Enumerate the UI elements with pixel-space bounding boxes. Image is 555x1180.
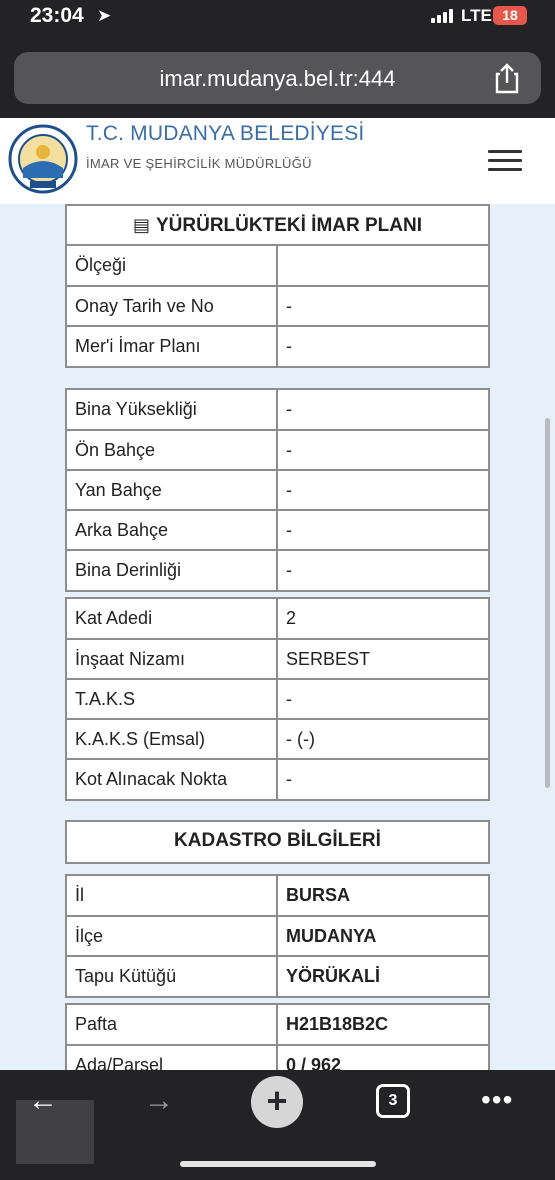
tabs-count-button[interactable]: 3 bbox=[376, 1084, 410, 1118]
web-page: T.C. MUDANYA BELEDİYESİ İMAR VE ŞEHİRCİL… bbox=[0, 118, 555, 1070]
table-row: Onay Tarih ve No - bbox=[67, 285, 488, 327]
row-label: Ada/Parsel bbox=[67, 1044, 278, 1070]
row-label: İnşaat Nizamı bbox=[67, 638, 278, 680]
row-label: İl bbox=[67, 876, 278, 917]
table-row: Tapu Kütüğü YÖRÜKALİ bbox=[67, 955, 488, 996]
row-value bbox=[276, 246, 488, 287]
org-name: T.C. MUDANYA BELEDİYESİ bbox=[86, 122, 365, 145]
table-row: K.A.K.S (Emsal) - (-) bbox=[67, 718, 488, 760]
status-bar: 23:04 ➤ LTE 18 bbox=[0, 0, 555, 36]
org-subtitle: İMAR VE ŞEHİRCİLİK MÜDÜRLÜĞÜ bbox=[86, 156, 312, 171]
imar-plan-title: ▤ YÜRÜRLÜKTEKİ İMAR PLANI bbox=[67, 206, 488, 246]
kat-panel: Kat Adedi 2 İnşaat Nizamı SERBEST T.A.K.S -… bbox=[65, 597, 490, 801]
row-value: - bbox=[276, 390, 488, 431]
list-icon: ▤ bbox=[132, 215, 150, 235]
table-row: Bina Derinliği - bbox=[67, 549, 488, 590]
more-options-icon[interactable]: ••• bbox=[481, 1084, 513, 1116]
table-row: Kot Alınacak Nokta - bbox=[67, 758, 488, 799]
back-arrow-icon[interactable]: ← bbox=[28, 1084, 58, 1118]
row-label: Tapu Kütüğü bbox=[67, 955, 278, 996]
imar-plan-table: Ölçeği Onay Tarih ve No - Mer'i İmar Plan… bbox=[67, 246, 488, 366]
row-label: Arka Bahçe bbox=[67, 509, 278, 551]
row-label: Onay Tarih ve No bbox=[67, 285, 278, 327]
table-row: Mer'i İmar Planı - bbox=[67, 325, 488, 366]
row-label: Kot Alınacak Nokta bbox=[67, 758, 278, 799]
hamburger-menu-icon[interactable] bbox=[488, 150, 522, 172]
table-row: Ada/Parsel 0 / 962 bbox=[67, 1044, 488, 1070]
kadastro-title-panel: KADASTRO BİLGİLERİ bbox=[65, 820, 490, 864]
row-value: YÖRÜKALİ bbox=[276, 955, 488, 996]
kadastro-title: KADASTRO BİLGİLERİ bbox=[174, 830, 381, 851]
table-row: Kat Adedi 2 bbox=[67, 599, 488, 640]
row-label: İlçe bbox=[67, 915, 278, 957]
row-value: - bbox=[276, 325, 488, 366]
share-icon[interactable] bbox=[492, 62, 522, 94]
row-label: Ön Bahçe bbox=[67, 429, 278, 471]
row-value: - bbox=[276, 549, 488, 590]
bina-table: Bina Yüksekliği - Ön Bahçe - Yan Bahçe - Ar… bbox=[67, 390, 488, 590]
kat-table: Kat Adedi 2 İnşaat Nizamı SERBEST T.A.K.S -… bbox=[67, 599, 488, 799]
row-value: H21B18B2C bbox=[276, 1005, 488, 1046]
battery-icon: 18 bbox=[493, 6, 527, 25]
pafta-panel: Pafta H21B18B2C Ada/Parsel 0 / 962 bbox=[65, 1003, 490, 1070]
row-label: Bina Yüksekliği bbox=[67, 390, 278, 431]
table-row: İlçe MUDANYA bbox=[67, 915, 488, 957]
table-row: İnşaat Nizamı SERBEST bbox=[67, 638, 488, 680]
status-time: 23:04 bbox=[30, 4, 84, 27]
row-value: - bbox=[276, 509, 488, 551]
network-type: LTE bbox=[461, 6, 492, 25]
location-arrow-icon: ➤ bbox=[97, 6, 112, 25]
row-value: - bbox=[276, 429, 488, 471]
table-row: Arka Bahçe - bbox=[67, 509, 488, 551]
table-row: İl BURSA bbox=[67, 876, 488, 917]
municipality-logo[interactable] bbox=[8, 124, 78, 194]
home-indicator[interactable] bbox=[180, 1161, 376, 1167]
imar-plan-panel: ▤ YÜRÜRLÜKTEKİ İMAR PLANI Ölçeği Onay Tar… bbox=[65, 204, 490, 368]
row-value: - bbox=[276, 469, 488, 511]
row-value: 0 / 962 bbox=[276, 1044, 488, 1070]
pafta-table: Pafta H21B18B2C Ada/Parsel 0 / 962 bbox=[67, 1005, 488, 1070]
forward-arrow-icon[interactable]: → bbox=[144, 1084, 174, 1118]
row-label: K.A.K.S (Emsal) bbox=[67, 718, 278, 760]
kadastro-panel: İl BURSA İlçe MUDANYA Tapu Kütüğü YÖRÜKALİ bbox=[65, 874, 490, 998]
row-value: - (-) bbox=[276, 718, 488, 760]
top-chrome: 23:04 ➤ LTE 18 imar.mudanya.bel.tr:444 bbox=[0, 0, 555, 118]
row-value: - bbox=[276, 285, 488, 327]
scrollbar-thumb[interactable] bbox=[545, 418, 550, 788]
row-label: Kat Adedi bbox=[67, 599, 278, 640]
new-tab-button[interactable]: + bbox=[251, 1076, 303, 1128]
bina-panel: Bina Yüksekliği - Ön Bahçe - Yan Bahçe - Ar… bbox=[65, 388, 490, 592]
row-label: Pafta bbox=[67, 1005, 278, 1046]
browser-toolbar: ← → + 3 ••• bbox=[0, 1070, 555, 1180]
signal-icon bbox=[431, 9, 457, 23]
table-row: Ön Bahçe - bbox=[67, 429, 488, 471]
row-label: T.A.K.S bbox=[67, 678, 278, 720]
row-value: - bbox=[276, 758, 488, 799]
site-header: T.C. MUDANYA BELEDİYESİ İMAR VE ŞEHİRCİL… bbox=[0, 118, 555, 204]
kadastro-table: İl BURSA İlçe MUDANYA Tapu Kütüğü YÖRÜKALİ bbox=[67, 876, 488, 996]
table-row: T.A.K.S - bbox=[67, 678, 488, 720]
table-row: Yan Bahçe - bbox=[67, 469, 488, 511]
row-label: Ölçeği bbox=[67, 246, 278, 287]
row-value: 2 bbox=[276, 599, 488, 640]
url-text: imar.mudanya.bel.tr:444 bbox=[159, 66, 396, 91]
row-value: MUDANYA bbox=[276, 915, 488, 957]
imar-plan-title-text: YÜRÜRLÜKTEKİ İMAR PLANI bbox=[156, 215, 422, 236]
address-bar[interactable]: imar.mudanya.bel.tr:444 bbox=[14, 52, 541, 104]
table-row: Bina Yüksekliği - bbox=[67, 390, 488, 431]
row-label: Yan Bahçe bbox=[67, 469, 278, 511]
row-label: Bina Derinliği bbox=[67, 549, 278, 590]
table-row: Ölçeği bbox=[67, 246, 488, 287]
row-value: - bbox=[276, 678, 488, 720]
row-label: Mer'i İmar Planı bbox=[67, 325, 278, 366]
table-row: Pafta H21B18B2C bbox=[67, 1005, 488, 1046]
row-value: SERBEST bbox=[276, 638, 488, 680]
row-value: BURSA bbox=[276, 876, 488, 917]
